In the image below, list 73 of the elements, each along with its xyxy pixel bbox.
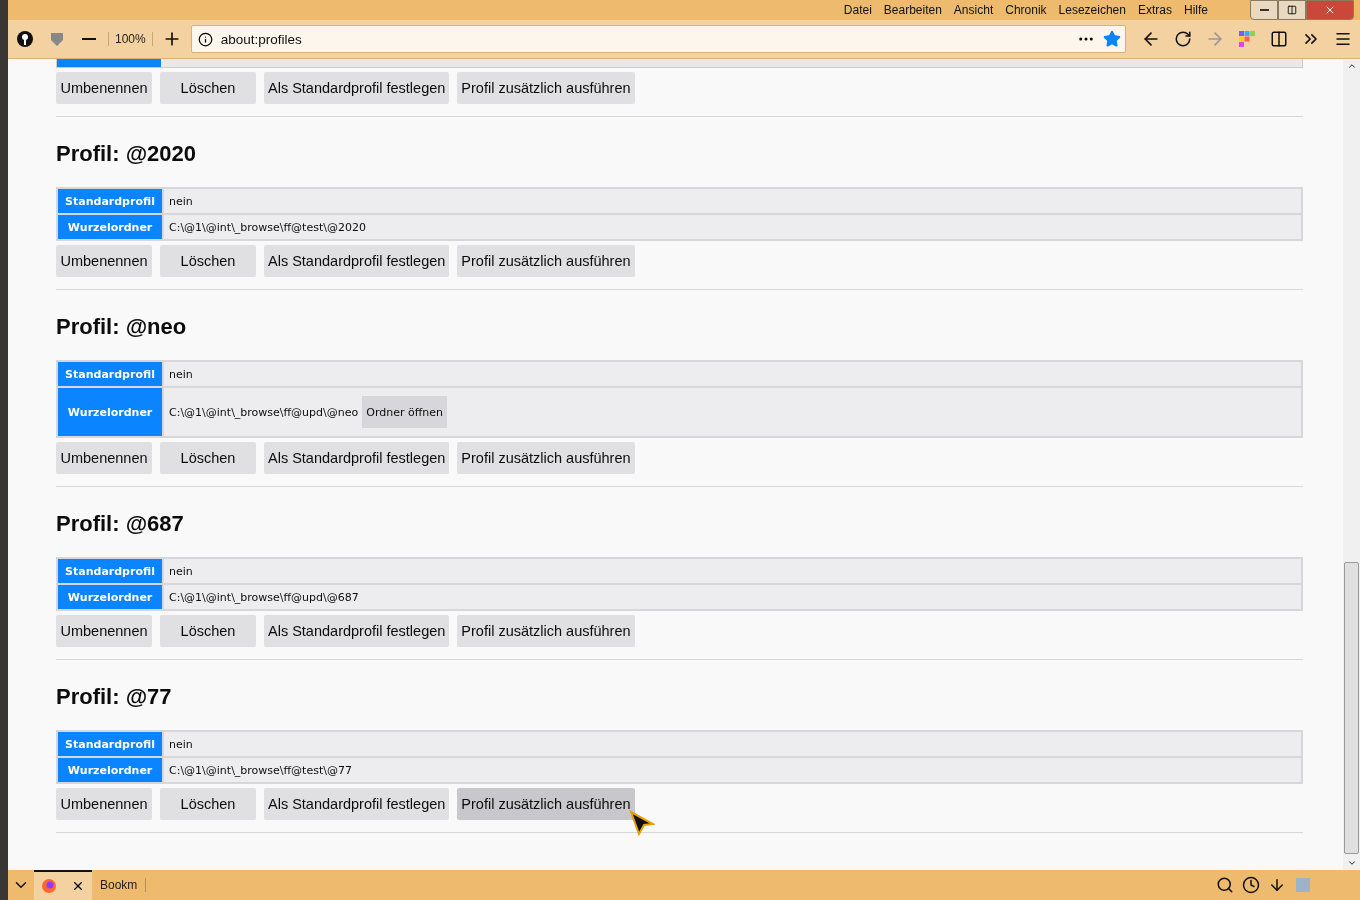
minus-icon xyxy=(82,38,96,40)
browser-tab[interactable] xyxy=(34,870,92,900)
profile-title: Profil: @2020 xyxy=(56,141,198,167)
profile-title: Profil: @77 xyxy=(56,684,173,710)
reload-icon xyxy=(1174,30,1192,48)
folder-path: C:\@1\@int\_browse\ff@upd\@neo xyxy=(169,405,359,419)
table-label-cell: Wurzelordner xyxy=(58,758,162,782)
menu-item[interactable]: Hilfe xyxy=(1184,3,1208,17)
folder-path: C:\@1\@int\_browse\ff@test\@77 xyxy=(169,763,352,777)
browser-logo-icon xyxy=(41,878,57,894)
folder-path: C:\@1\@int\_browse\ff@test\@2020 xyxy=(169,220,366,234)
table-label-cell: Wurzelordner xyxy=(58,215,162,239)
folder-path: nein xyxy=(169,367,193,381)
close-icon xyxy=(1324,4,1336,16)
table-label-cell: Standardprofil xyxy=(58,559,162,583)
minimize-icon xyxy=(1259,9,1269,11)
maximize-button[interactable] xyxy=(1278,0,1306,20)
profile-action-button[interactable]: Als Standardprofil festlegen xyxy=(264,245,450,277)
profile-action-button[interactable]: Als Standardprofil festlegen xyxy=(264,788,450,820)
profile-action-button[interactable]: Profil zusätzlich ausführen xyxy=(457,788,635,820)
profile-action-button[interactable]: Umbenennen xyxy=(56,72,152,104)
menu-item[interactable]: Datei xyxy=(843,3,872,17)
scroll-up-icon[interactable] xyxy=(1346,61,1357,71)
profile-action-button[interactable]: Profil zusätzlich ausführen xyxy=(457,245,635,277)
clock-icon xyxy=(1242,876,1260,894)
menu-item[interactable]: Extras xyxy=(1137,3,1172,17)
profile-action-button[interactable]: Als Standardprofil festlegen xyxy=(264,442,450,474)
profile-title: Profil: @687 xyxy=(56,511,185,537)
folder-path: nein xyxy=(169,194,193,208)
sidebar-icon xyxy=(1270,30,1288,48)
menu-item[interactable]: Lesezeichen xyxy=(1058,3,1126,17)
bookmarks-label[interactable]: Bookm xyxy=(92,878,147,892)
folder-path: C:\@1\@int\_browse\ff@upd\@687 xyxy=(169,590,359,604)
folder-path: nein xyxy=(169,737,193,751)
zoom-level[interactable]: 100% xyxy=(108,32,153,46)
profile-action-button[interactable]: Als Standardprofil festlegen xyxy=(264,72,450,104)
star-icon[interactable] xyxy=(1103,30,1121,48)
profile-action-button[interactable]: Löschen xyxy=(160,615,256,647)
profile-action-button[interactable]: Umbenennen xyxy=(56,788,152,820)
scrollbar-thumb[interactable] xyxy=(1344,562,1359,854)
open-folder-button[interactable]: Ordner öffnen xyxy=(362,396,447,428)
profile-action-button[interactable]: Umbenennen xyxy=(56,245,152,277)
table-label-cell: Standardprofil xyxy=(58,732,162,756)
profile-action-button[interactable]: Als Standardprofil festlegen xyxy=(264,615,450,647)
table-label-cell: Standardprofil xyxy=(58,189,162,213)
profile-title: Profil: @neo xyxy=(56,314,188,340)
download-icon xyxy=(1268,876,1286,894)
profile-action-button[interactable]: Löschen xyxy=(160,245,256,277)
profile-action-button[interactable]: Löschen xyxy=(160,442,256,474)
table-label-cell: Wurzelordner xyxy=(58,388,162,436)
minimize-button[interactable] xyxy=(1250,0,1278,20)
folder-path: nein xyxy=(169,564,193,578)
profile-action-button[interactable]: Löschen xyxy=(160,788,256,820)
menu-icon xyxy=(1334,30,1352,48)
scrollbar[interactable] xyxy=(1343,59,1360,870)
info-icon[interactable] xyxy=(197,31,213,47)
scroll-down-icon[interactable] xyxy=(1346,858,1357,868)
close-tab-icon[interactable] xyxy=(71,879,85,893)
menu-item[interactable]: Ansicht xyxy=(953,3,994,17)
table-label-cell: Standardprofil xyxy=(58,362,162,386)
profile-action-button[interactable]: Umbenennen xyxy=(56,615,152,647)
menu-item[interactable]: Bearbeiten xyxy=(883,3,942,17)
cursor-icon xyxy=(629,810,656,836)
profile-action-button[interactable]: Profil zusätzlich ausführen xyxy=(457,72,635,104)
profile-action-button[interactable]: Profil zusätzlich ausführen xyxy=(457,442,635,474)
table-label-cell: Wurzelordner xyxy=(58,585,162,609)
profile-action-button[interactable]: Löschen xyxy=(160,72,256,104)
profile-action-button[interactable]: Umbenennen xyxy=(56,442,152,474)
restore-icon xyxy=(1287,5,1297,15)
profile-action-button[interactable]: Profil zusätzlich ausführen xyxy=(457,615,635,647)
address-bar[interactable]: about:profiles xyxy=(190,25,1126,53)
menu-item[interactable]: Chronik xyxy=(1005,3,1047,17)
search-icon xyxy=(1216,876,1234,894)
